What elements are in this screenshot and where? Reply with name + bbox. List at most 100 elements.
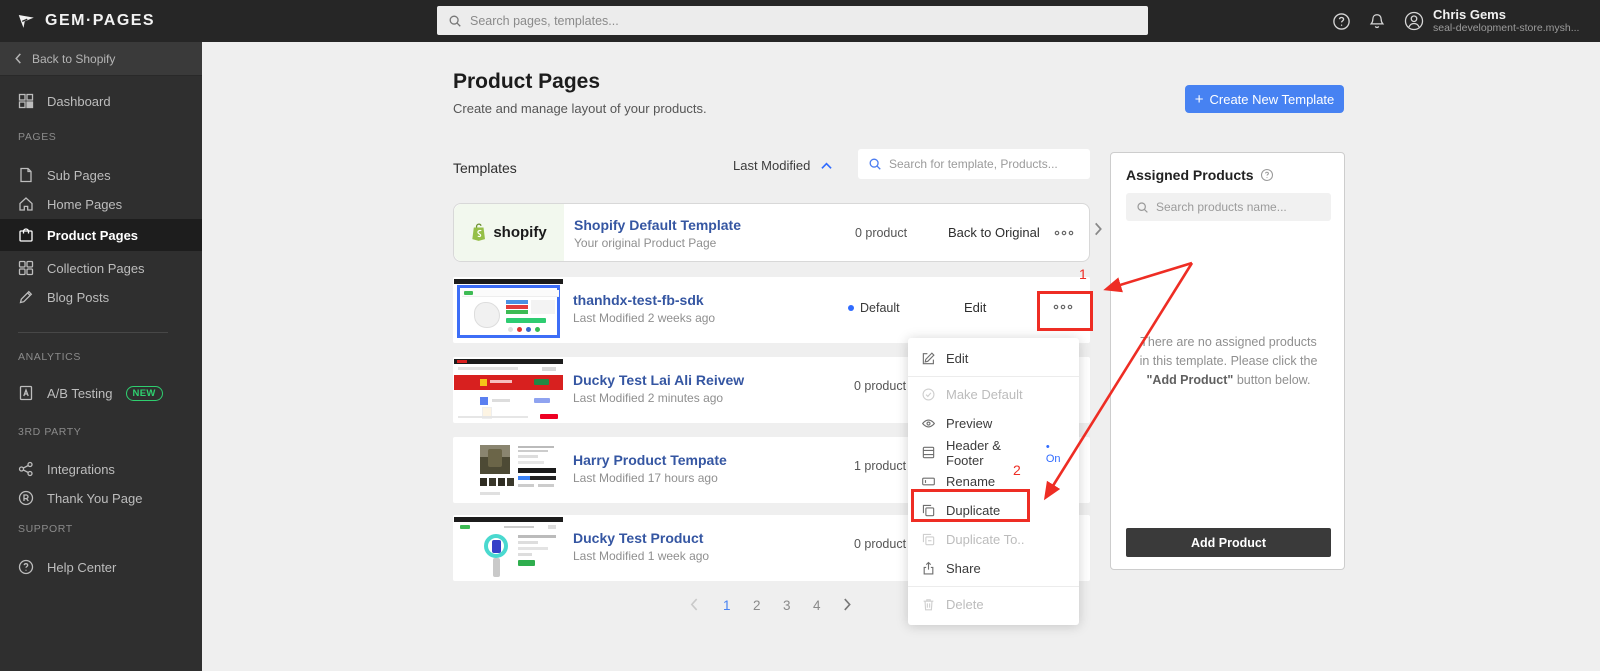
template-title[interactable]: Harry Product Tempate bbox=[573, 452, 727, 468]
sidebar-item-label: Help Center bbox=[47, 559, 117, 575]
sidebar-item-ab-testing[interactable]: A/B Testing NEW bbox=[0, 378, 202, 408]
sidebar-item-label: Integrations bbox=[47, 461, 115, 477]
pencil-icon bbox=[19, 290, 33, 304]
sidebar-section-support: SUPPORT bbox=[18, 523, 73, 535]
menu-item-label: Duplicate bbox=[946, 503, 1001, 518]
user-meta: Chris Gems seal-development-store.mysh..… bbox=[1433, 6, 1579, 35]
kebab-menu-button[interactable] bbox=[1046, 221, 1082, 245]
gempages-logo-icon bbox=[18, 15, 34, 28]
menu-item-duplicate[interactable]: Duplicate bbox=[908, 496, 1079, 525]
menu-item-header-footer[interactable]: Header & Footer • On bbox=[908, 437, 1079, 468]
template-subtitle: Your original Product Page bbox=[574, 236, 717, 250]
pagination-page-3[interactable]: 3 bbox=[783, 598, 791, 613]
template-thumbnail[interactable] bbox=[454, 359, 563, 421]
pagination-page-2[interactable]: 2 bbox=[753, 598, 761, 613]
menu-item-preview[interactable]: Preview bbox=[908, 409, 1079, 438]
ab-testing-icon bbox=[19, 385, 33, 401]
template-search-input[interactable] bbox=[889, 157, 1080, 171]
assigned-count: 0 product bbox=[854, 226, 908, 240]
template-thumbnail[interactable] bbox=[454, 279, 563, 341]
header-footer-on-badge: • On bbox=[1045, 440, 1061, 465]
pagination-page-4[interactable]: 4 bbox=[813, 598, 821, 613]
top-bar: GEM·PAGES Chris Gems seal-development-st… bbox=[0, 0, 1600, 42]
sidebar-item-integrations[interactable]: Integrations bbox=[0, 454, 202, 484]
back-to-shopify[interactable]: Back to Shopify bbox=[0, 42, 202, 76]
menu-item-label: Header & Footer bbox=[946, 437, 1001, 468]
pagination-next[interactable] bbox=[843, 598, 852, 614]
empty-text-part: There are no assigned products in this t… bbox=[1139, 335, 1318, 368]
menu-item-share[interactable]: Share bbox=[908, 554, 1079, 583]
dashboard-icon bbox=[18, 93, 34, 109]
sort-control[interactable]: Last Modified bbox=[733, 158, 832, 173]
template-search[interactable] bbox=[858, 149, 1090, 179]
sidebar-item-sub-pages[interactable]: Sub Pages bbox=[0, 160, 202, 190]
create-new-template-button[interactable]: + Create New Template bbox=[1185, 85, 1344, 113]
default-dot-icon bbox=[848, 305, 854, 311]
assigned-products-search[interactable] bbox=[1126, 193, 1331, 221]
global-search-input[interactable] bbox=[470, 13, 1137, 28]
back-to-original-button[interactable]: Back to Original bbox=[948, 225, 1040, 240]
sidebar-item-label: Blog Posts bbox=[47, 289, 110, 305]
header-footer-icon bbox=[922, 446, 935, 459]
template-modified: Last Modified 1 week ago bbox=[573, 549, 710, 563]
share-icon bbox=[923, 561, 934, 575]
assigned-products-search-input[interactable] bbox=[1156, 200, 1321, 214]
user-menu[interactable]: Chris Gems seal-development-store.mysh..… bbox=[1403, 6, 1579, 35]
gempages-logo[interactable]: GEM·PAGES bbox=[16, 0, 155, 42]
menu-item-label: Make Default bbox=[946, 387, 1023, 402]
home-icon bbox=[19, 197, 33, 211]
sidebar-divider bbox=[18, 332, 168, 333]
empty-state-text: There are no assigned products in this t… bbox=[1138, 333, 1319, 389]
chevron-left-icon bbox=[690, 598, 698, 611]
kebab-menu-button[interactable] bbox=[1045, 295, 1081, 319]
notifications-bell-icon[interactable] bbox=[1368, 12, 1386, 31]
global-search[interactable] bbox=[437, 6, 1148, 35]
row-expand-chevron[interactable] bbox=[1094, 222, 1103, 241]
search-icon bbox=[1137, 201, 1148, 213]
template-row: thanhdx-test-fb-sdk Last Modified 2 week… bbox=[453, 277, 1090, 343]
pagination-page-1[interactable]: 1 bbox=[723, 598, 731, 613]
menu-item-edit[interactable]: Edit bbox=[908, 344, 1079, 373]
menu-item-duplicate-to[interactable]: Duplicate To.. bbox=[908, 525, 1079, 554]
chevron-right-icon bbox=[844, 598, 851, 611]
sidebar-item-home-pages[interactable]: Home Pages bbox=[0, 189, 202, 219]
template-modified: Last Modified 2 weeks ago bbox=[573, 311, 716, 325]
menu-item-delete[interactable]: Delete bbox=[908, 590, 1079, 619]
menu-item-rename[interactable]: Rename bbox=[908, 467, 1079, 496]
sidebar-item-help-center[interactable]: Help Center bbox=[0, 552, 202, 582]
user-name: Chris Gems bbox=[1433, 6, 1506, 22]
template-modified: Last Modified 2 minutes ago bbox=[573, 391, 724, 405]
add-product-button[interactable]: Add Product bbox=[1126, 528, 1331, 557]
sidebar-section-3rd-party: 3RD PARTY bbox=[18, 426, 82, 438]
shopify-logo: shopify bbox=[454, 204, 564, 261]
plus-icon: + bbox=[1194, 90, 1204, 108]
template-title[interactable]: Shopify Default Template bbox=[574, 217, 741, 233]
assigned-products-title-label: Assigned Products bbox=[1126, 167, 1254, 183]
sidebar-item-label: Collection Pages bbox=[47, 260, 145, 276]
template-thumbnail[interactable] bbox=[454, 517, 563, 579]
search-icon bbox=[869, 158, 881, 170]
sidebar-item-label: Sub Pages bbox=[47, 167, 111, 183]
template-title[interactable]: Ducky Test Product bbox=[573, 530, 703, 546]
sidebar-item-product-pages[interactable]: Product Pages bbox=[0, 219, 202, 251]
template-title[interactable]: Ducky Test Lai Ali Reivew bbox=[573, 372, 744, 388]
sidebar-item-collection-pages[interactable]: Collection Pages bbox=[0, 253, 202, 283]
edit-button[interactable]: Edit bbox=[964, 300, 986, 315]
sidebar-item-thank-you-page[interactable]: Thank You Page bbox=[0, 483, 202, 513]
sidebar-item-dashboard[interactable]: Dashboard bbox=[0, 86, 202, 116]
duplicate-to-icon bbox=[922, 533, 935, 546]
templates-section-label: Templates bbox=[453, 160, 517, 176]
pagination-prev[interactable] bbox=[690, 598, 699, 614]
sidebar-item-label: Home Pages bbox=[47, 196, 123, 212]
help-icon[interactable] bbox=[1332, 12, 1351, 31]
assigned-products-title: Assigned Products bbox=[1126, 167, 1274, 183]
assigned-products-panel: Assigned Products There are no assigned … bbox=[1110, 152, 1345, 570]
info-help-icon[interactable] bbox=[1260, 168, 1274, 182]
thank-you-page-icon bbox=[18, 490, 34, 506]
menu-item-make-default[interactable]: Make Default bbox=[908, 380, 1079, 409]
template-thumbnail[interactable] bbox=[454, 439, 563, 501]
page-title: Product Pages bbox=[453, 70, 601, 93]
template-title[interactable]: thanhdx-test-fb-sdk bbox=[573, 292, 704, 308]
menu-divider bbox=[908, 586, 1079, 587]
sidebar-item-blog-posts[interactable]: Blog Posts bbox=[0, 282, 202, 312]
